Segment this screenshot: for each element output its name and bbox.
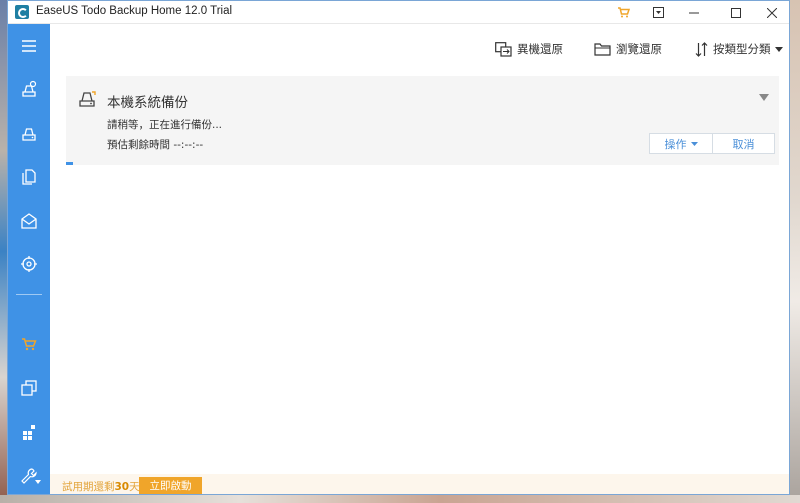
remote-restore-button[interactable]: 異機還原 xyxy=(495,41,563,57)
hamburger-icon xyxy=(22,40,36,52)
actions-dropdown-button[interactable]: 操作 xyxy=(649,133,713,154)
sidebar-item-file-backup[interactable] xyxy=(8,160,50,194)
disk-icon xyxy=(22,128,36,141)
desktop-background-left xyxy=(0,0,7,503)
sort-icon xyxy=(695,41,708,57)
system-backup-icon xyxy=(79,91,96,107)
sidebar-item-apps[interactable] xyxy=(8,415,50,449)
cart-icon[interactable] xyxy=(613,3,633,22)
browse-restore-label: 瀏覽還原 xyxy=(616,42,662,56)
mail-icon xyxy=(21,213,37,229)
target-icon xyxy=(21,256,37,272)
window-title: EaseUS Todo Backup Home 12.0 Trial xyxy=(36,5,233,17)
desktop-background-right xyxy=(790,0,800,503)
trial-prefix: 試用期還剩 xyxy=(62,481,115,493)
trial-days: 30 xyxy=(114,481,130,493)
task-title: 本機系統備份 xyxy=(107,95,188,111)
actions-label: 操作 xyxy=(664,137,687,151)
sort-label: 按類型分類 xyxy=(713,42,771,56)
trial-remaining-text: 試用期還剩30天 xyxy=(62,479,140,494)
cancel-label: 取消 xyxy=(732,137,755,151)
sidebar-item-system-backup[interactable] xyxy=(8,72,50,106)
chevron-down-icon xyxy=(774,46,783,52)
remaining-value: --:--:-- xyxy=(173,139,204,151)
sidebar-item-mail-backup[interactable] xyxy=(8,204,50,238)
browse-restore-button[interactable]: 瀏覽還原 xyxy=(594,41,662,57)
remote-restore-icon xyxy=(495,41,512,57)
chevron-down-icon xyxy=(35,480,41,484)
desktop-background-bottom xyxy=(0,495,800,503)
sidebar-item-smart-backup[interactable] xyxy=(8,247,50,281)
sidebar-item-cart[interactable] xyxy=(8,327,50,361)
app-window: EaseUS Todo Backup Home 12.0 Trial 異機還原 … xyxy=(7,0,790,495)
chevron-down-icon xyxy=(690,141,698,146)
sidebar-item-disk-backup[interactable] xyxy=(8,116,50,150)
backup-task-card: 本機系統備份 請稍等，正在進行備份... 預估剩餘時間 --:--:-- 操作 … xyxy=(66,76,779,165)
disk-backup-icon xyxy=(22,80,37,97)
clone-icon xyxy=(21,380,37,396)
remaining-label: 預估剩餘時間 xyxy=(107,139,170,151)
sidebar-item-clone[interactable] xyxy=(8,371,50,405)
sidebar-item-tools[interactable] xyxy=(8,459,50,493)
trial-footer: 試用期還剩30天 立即啟動 xyxy=(50,474,789,494)
collapse-toggle-icon[interactable] xyxy=(759,94,769,101)
task-remaining-time: 預估剩餘時間 --:--:-- xyxy=(107,137,203,152)
folder-icon xyxy=(594,43,611,56)
dropdown-menu-icon[interactable] xyxy=(648,3,668,22)
task-status: 請稍等，正在進行備份... xyxy=(107,119,223,131)
sidebar-divider xyxy=(16,294,42,295)
apps-icon xyxy=(23,425,35,440)
app-logo-icon xyxy=(15,5,29,19)
minimize-button[interactable] xyxy=(680,3,708,22)
activate-now-button[interactable]: 立即啟動 xyxy=(139,477,202,494)
cart-icon xyxy=(22,338,37,351)
sidebar xyxy=(8,24,50,494)
sort-dropdown[interactable]: 按類型分類 xyxy=(695,41,783,57)
title-bar[interactable]: EaseUS Todo Backup Home 12.0 Trial xyxy=(8,1,789,24)
files-icon xyxy=(22,169,36,185)
close-button[interactable] xyxy=(758,3,786,22)
remote-restore-label: 異機還原 xyxy=(517,42,563,56)
menu-button[interactable] xyxy=(8,29,50,63)
cancel-button[interactable]: 取消 xyxy=(712,133,775,154)
backup-progress-bar xyxy=(66,162,73,165)
maximize-button[interactable] xyxy=(722,3,750,22)
